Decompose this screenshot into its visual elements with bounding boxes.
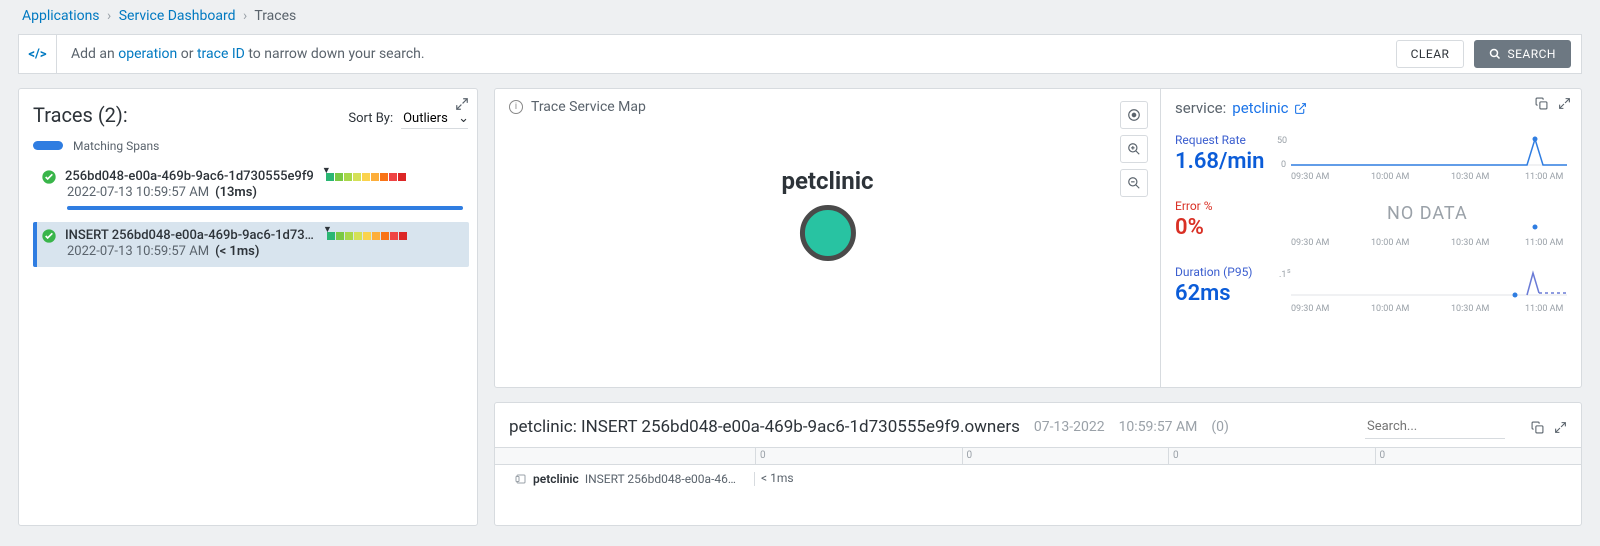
clear-button[interactable]: CLEAR [1396, 40, 1465, 68]
span-operation: INSERT 256bd048-e00a-46… [585, 472, 736, 486]
search-icon [1489, 48, 1501, 60]
sort-by-select[interactable]: Outliers [401, 109, 468, 129]
traces-title: Traces (2): [33, 103, 128, 127]
service-stats: service: petclinic Request Rate 1.68/min [1161, 89, 1581, 387]
svg-text:11:00 AM: 11:00 AM [1525, 172, 1564, 182]
copy-icon[interactable] [1531, 421, 1544, 434]
service-node[interactable] [799, 205, 855, 261]
check-circle-icon [41, 169, 57, 185]
timeline-span-row[interactable]: petclinic INSERT 256bd048-e00a-46… < 1ms [495, 465, 1581, 493]
breadcrumb-link-applications[interactable]: Applications [22, 8, 100, 24]
expand-icon[interactable] [1554, 421, 1567, 434]
breadcrumb-sep: › [243, 8, 247, 24]
svg-text:s: s [1287, 267, 1291, 275]
zoom-out-button[interactable] [1120, 169, 1148, 197]
svg-text:11:00 AM: 11:00 AM [1525, 304, 1564, 314]
svg-text:09:30 AM: 09:30 AM [1291, 238, 1330, 248]
stat-caption: Error % [1175, 199, 1269, 213]
svg-text:NO DATA: NO DATA [1387, 203, 1468, 224]
service-map-panel: i Trace Service Map petclinic [494, 88, 1582, 388]
stats-service-label: service: [1175, 99, 1226, 117]
span-service: petclinic [533, 472, 579, 486]
svg-text:10:30 AM: 10:30 AM [1451, 304, 1490, 314]
hint-text: to narrow down your search. [245, 46, 425, 62]
svg-text:50: 50 [1277, 136, 1287, 146]
copy-icon[interactable] [1535, 97, 1548, 110]
svg-text:0: 0 [1281, 160, 1286, 170]
svg-text:11:00 AM: 11:00 AM [1525, 238, 1564, 248]
svg-text:09:30 AM: 09:30 AM [1291, 304, 1330, 314]
span-icon [515, 473, 527, 485]
stat-caption: Duration (P95) [1175, 265, 1269, 279]
timeline-title: petclinic: INSERT 256bd048-e00a-469b-9ac… [509, 417, 1020, 437]
search-button-label: SEARCH [1507, 47, 1556, 61]
trace-sparkline: ▼ [327, 232, 407, 240]
timeline-panel: petclinic: INSERT 256bd048-e00a-469b-9ac… [494, 402, 1582, 526]
trace-timestamp: 2022-07-13 10:59:57 AM [67, 244, 209, 259]
trace-duration: (< 1ms) [215, 244, 259, 259]
search-button[interactable]: SEARCH [1474, 40, 1571, 68]
code-icon: </> [19, 35, 57, 73]
trace-bar [67, 206, 463, 210]
timeline-search-input[interactable] [1365, 415, 1505, 439]
recenter-button[interactable] [1120, 101, 1148, 129]
svg-text:10:00 AM: 10:00 AM [1371, 238, 1410, 248]
span-duration: < 1ms [761, 471, 794, 485]
breadcrumb-sep: › [107, 8, 111, 24]
search-hint[interactable]: Add an operation or trace ID to narrow d… [57, 46, 1386, 62]
timeline-ruler: 0 0 0 0 [495, 447, 1581, 465]
trace-item[interactable]: INSERT 256bd048-e00a-469b-9ac6-1d730… ▼ … [33, 222, 469, 267]
check-circle-icon [41, 228, 57, 244]
timeline-count: (0) [1211, 419, 1229, 435]
trace-id: INSERT 256bd048-e00a-469b-9ac6-1d730… [65, 228, 315, 243]
zoom-in-button[interactable] [1120, 135, 1148, 163]
external-link-icon[interactable] [1294, 102, 1307, 115]
search-bar: </> Add an operation or trace ID to narr… [18, 34, 1582, 74]
svg-text:10:30 AM: 10:30 AM [1451, 238, 1490, 248]
legend-label: Matching Spans [73, 139, 159, 153]
svg-text:10:00 AM: 10:00 AM [1371, 172, 1410, 182]
stats-service-name[interactable]: petclinic [1232, 99, 1288, 117]
hint-text: or [177, 46, 197, 62]
stat-value: 1.68/min [1175, 149, 1269, 174]
breadcrumb: Applications › Service Dashboard › Trace… [0, 0, 1600, 30]
stat-value: 62ms [1175, 281, 1269, 306]
stat-value: 0% [1175, 215, 1269, 240]
service-node-label: petclinic [781, 167, 873, 195]
duration-chart[interactable]: .1s 09:30 AM 10:00 AM 10:30 AM 11:00 AM [1277, 265, 1567, 315]
hint-text: Add an [71, 46, 118, 62]
legend: Matching Spans [33, 139, 469, 153]
error-pct-chart[interactable]: NO DATA 09:30 AM 10:00 AM 10:30 AM 11:00… [1277, 199, 1567, 249]
legend-swatch [33, 141, 63, 150]
svg-text:10:00 AM: 10:00 AM [1371, 304, 1410, 314]
svg-text:09:30 AM: 09:30 AM [1291, 172, 1330, 182]
hint-traceid-link[interactable]: trace ID [197, 46, 245, 62]
svg-text:.1: .1 [1279, 270, 1286, 280]
expand-icon[interactable] [1558, 97, 1571, 110]
sort-by: Sort By: Outliers ⌄ [348, 109, 469, 129]
sort-by-label: Sort By: [348, 111, 393, 126]
timeline-date: 07-13-2022 [1034, 419, 1105, 435]
trace-id: 256bd048-e00a-469b-9ac6-1d730555e9f9 [65, 169, 314, 184]
hint-operation-link[interactable]: operation [118, 46, 177, 62]
service-map[interactable]: i Trace Service Map petclinic [495, 89, 1161, 387]
timeline-time: 10:59:57 AM [1119, 419, 1198, 435]
trace-duration: (13ms) [215, 185, 257, 200]
breadcrumb-current: Traces [254, 8, 296, 24]
trace-timestamp: 2022-07-13 10:59:57 AM [67, 185, 209, 200]
request-rate-chart[interactable]: 50 0 09:30 AM 10:00 AM 10:30 AM 11:00 AM [1277, 133, 1567, 183]
traces-panel: Traces (2): Sort By: Outliers ⌄ Matching… [18, 88, 478, 526]
trace-item[interactable]: 256bd048-e00a-469b-9ac6-1d730555e9f9 ▼ 2… [33, 163, 469, 218]
stat-caption: Request Rate [1175, 133, 1269, 147]
info-icon[interactable]: i [509, 100, 523, 114]
trace-sparkline: ▼ [326, 173, 406, 181]
service-map-title: Trace Service Map [531, 99, 646, 115]
breadcrumb-link-service-dashboard[interactable]: Service Dashboard [119, 8, 236, 24]
svg-text:10:30 AM: 10:30 AM [1451, 172, 1490, 182]
expand-icon[interactable] [455, 97, 469, 111]
